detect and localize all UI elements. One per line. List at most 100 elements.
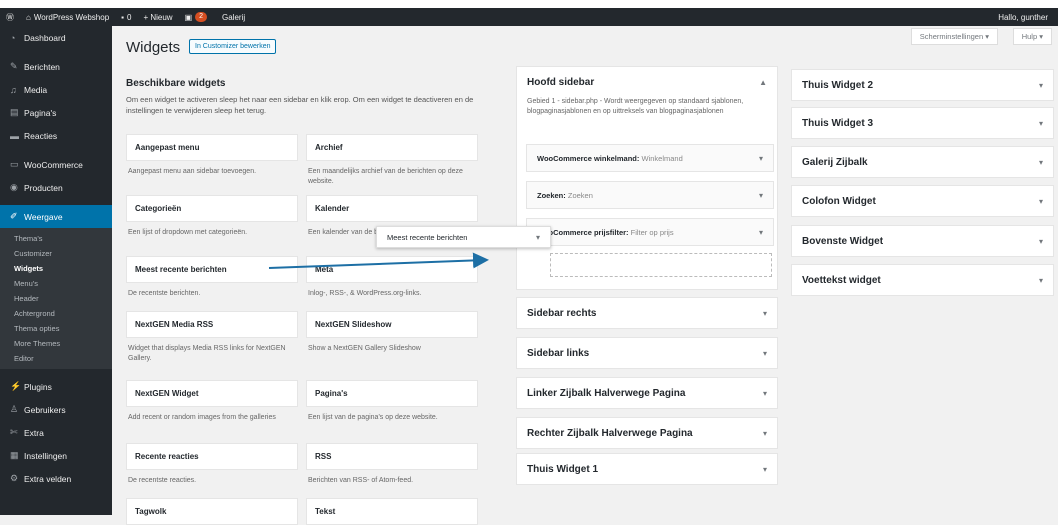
sidebar-widget[interactable]: WooCommerce prijsfilter: Filter op prijs… (526, 218, 774, 246)
sidebar-item-label: Extra (24, 428, 44, 438)
widget-area-sidebar-rechts[interactable]: Sidebar rechts▾ (516, 297, 778, 329)
sidebar-item-plugins[interactable]: ⚡Plugins (0, 375, 112, 398)
comments-count: 0 (127, 13, 131, 22)
submenu-item-more-themes[interactable]: More Themes (0, 336, 112, 351)
plugin-icon: ⚡ (10, 381, 24, 392)
widget-area-colofon-widget[interactable]: Colofon Widget▾ (791, 185, 1054, 217)
sidebar-widget[interactable]: WooCommerce winkelmand: Winkelmand▾ (526, 144, 774, 172)
sidebar-item-custom-fields[interactable]: ⚙Extra velden (0, 467, 112, 490)
chevron-down-icon: ▾ (536, 233, 540, 242)
sidebar-widget[interactable]: Zoeken: Zoeken▾ (526, 181, 774, 209)
woocommerce-icon: ▭ (10, 159, 24, 170)
widget-description: De recentste berichten. (126, 283, 298, 299)
comments-link[interactable]: ▪0 (115, 8, 137, 26)
widget-area-linker-zijbalk[interactable]: Linker Zijbalk Halverwege Pagina▾ (516, 377, 778, 409)
sidebar-item-posts[interactable]: ✎Berichten (0, 55, 112, 78)
widget-card: ArchiefEen maandelijks archief van de be… (306, 134, 478, 187)
widget-title[interactable]: Recente reacties (126, 443, 298, 470)
chevron-down-icon: ▾ (1039, 276, 1043, 285)
widget-card: NextGEN Media RSSWidget that displays Me… (126, 311, 298, 364)
settings-icon: ▦ (10, 450, 24, 461)
widget-title[interactable]: Archief (306, 134, 478, 161)
submenu-item-theme-options[interactable]: Thema opties (0, 321, 112, 336)
account-menu[interactable]: Hallo, gunther (992, 8, 1058, 26)
widget-title[interactable]: Categorieën (126, 195, 298, 222)
sidebar-item-tools[interactable]: ✄Extra (0, 421, 112, 444)
widget-area-thuis-widget-3[interactable]: Thuis Widget 3 ▾ (791, 107, 1054, 139)
widget-description: Berichten van RSS- of Atom-feed. (306, 470, 478, 486)
widget-title[interactable]: NextGEN Slideshow (306, 311, 478, 338)
widget-area-rechter-zijbalk[interactable]: Rechter Zijbalk Halverwege Pagina▾ (516, 417, 778, 449)
widget-title[interactable]: Meest recente berichten (126, 256, 298, 283)
fields-icon: ⚙ (10, 473, 24, 484)
site-name-link[interactable]: ⌂WordPress Webshop (20, 8, 115, 26)
widget-area-title: Linker Zijbalk Halverwege Pagina (527, 388, 685, 399)
sidebar-item-appearance[interactable]: ✐Weergave (0, 205, 112, 228)
widget-card: Pagina'sEen lijst van de pagina's op dez… (306, 380, 478, 423)
sidebar-item-dashboard[interactable]: ◔Dashboard (0, 26, 112, 49)
chevron-down-icon: ▾ (1039, 119, 1043, 128)
widget-title[interactable]: Meta (306, 256, 478, 283)
site-name-label: WordPress Webshop (34, 13, 109, 22)
dashboard-icon: ◔ (10, 33, 24, 43)
submenu-item-menus[interactable]: Menu's (0, 276, 112, 291)
widget-area-thuis-widget-2[interactable]: Thuis Widget 2▾ (791, 69, 1054, 101)
sidebar-item-label: Gebruikers (24, 405, 66, 415)
widget-area-voettekst-widget[interactable]: Voettekst widget▾ (791, 264, 1054, 296)
widget-area-thuis-widget-1[interactable]: Thuis Widget 1▾ (516, 453, 778, 485)
drop-placeholder (550, 253, 772, 277)
widget-title[interactable]: Tagwolk (126, 498, 298, 525)
screen-options-button[interactable]: Scherminstellingen ▾ (911, 28, 998, 45)
widget-area-bovenste-widget[interactable]: Bovenste Widget▾ (791, 225, 1054, 257)
wordpress-logo-icon[interactable]: Ⓦ (0, 8, 20, 26)
widget-area-sidebar-links[interactable]: Sidebar links▾ (516, 337, 778, 369)
dragged-widget-label: Meest recente berichten (387, 233, 467, 242)
users-icon: ♙ (10, 404, 24, 415)
new-content-link[interactable]: + Nieuw (137, 8, 178, 26)
submenu-item-background[interactable]: Achtergrond (0, 306, 112, 321)
sidebar-item-settings[interactable]: ▦Instellingen (0, 444, 112, 467)
widget-area-galerij-zijbalk[interactable]: Galerij Zijbalk▾ (791, 146, 1054, 178)
widget-subtitle: Zoeken (568, 191, 593, 200)
sidebar-item-pages[interactable]: ▤Pagina's (0, 101, 112, 124)
widget-area-title: Galerij Zijbalk (802, 157, 868, 168)
widget-card: MetaInlog-, RSS-, & WordPress.org-links. (306, 256, 478, 299)
submenu-item-customizer[interactable]: Customizer (0, 246, 112, 261)
widget-description: Widget that displays Media RSS links for… (126, 338, 298, 364)
widget-description: Een maandelijks archief van de berichten… (306, 161, 478, 187)
widget-title[interactable]: Kalender (306, 195, 478, 222)
widget-title[interactable]: Pagina's (306, 380, 478, 407)
widget-title[interactable]: NextGEN Widget (126, 380, 298, 407)
updates-link[interactable]: ▣2 (179, 8, 216, 26)
widget-card: NextGEN WidgetAdd recent or random image… (126, 380, 298, 423)
sidebar-item-woocommerce[interactable]: ▭WooCommerce (0, 153, 112, 176)
widget-area-title: Thuis Widget 2 (802, 80, 873, 91)
sidebar-item-comments[interactable]: ▬Reacties (0, 124, 112, 147)
submenu-item-widgets[interactable]: Widgets (0, 261, 112, 276)
dragged-widget[interactable]: Meest recente berichten ▾ (376, 226, 551, 248)
admin-bar: Ⓦ ⌂WordPress Webshop ▪0 + Nieuw ▣2 Galer… (0, 8, 1058, 26)
sidebar-item-label: Berichten (24, 62, 60, 72)
sidebar-item-products[interactable]: ◉Producten (0, 176, 112, 199)
widget-card: CategorieënEen lijst of dropdown met cat… (126, 195, 298, 238)
chevron-down-icon: ▾ (763, 465, 767, 474)
sidebar-item-label: Producten (24, 183, 63, 193)
sidebar-item-media[interactable]: ♫Media (0, 78, 112, 101)
widget-title[interactable]: Aangepast menu (126, 134, 298, 161)
widget-card: NextGEN SlideshowShow a NextGEN Gallery … (306, 311, 478, 354)
widget-title[interactable]: NextGEN Media RSS (126, 311, 298, 338)
widget-title[interactable]: Tekst (306, 498, 478, 525)
help-button[interactable]: Hulp ▾ (1013, 28, 1052, 45)
widget-area-header[interactable]: Hoofd sidebar▲ (517, 67, 777, 97)
submenu-item-header[interactable]: Header (0, 291, 112, 306)
edit-in-customizer-button[interactable]: In Customizer bewerken (189, 39, 276, 54)
submenu-item-editor[interactable]: Editor (0, 351, 112, 366)
gallery-link[interactable]: Galerij (216, 8, 251, 26)
page-icon: ▤ (10, 107, 24, 118)
sidebar-item-users[interactable]: ♙Gebruikers (0, 398, 112, 421)
widget-area-title: Thuis Widget 3 (802, 118, 873, 129)
widget-title[interactable]: RSS (306, 443, 478, 470)
available-widgets-title: Beschikbare widgets (126, 78, 225, 89)
submenu-item-themes[interactable]: Thema's (0, 231, 112, 246)
chevron-down-icon: ▾ (759, 154, 763, 163)
